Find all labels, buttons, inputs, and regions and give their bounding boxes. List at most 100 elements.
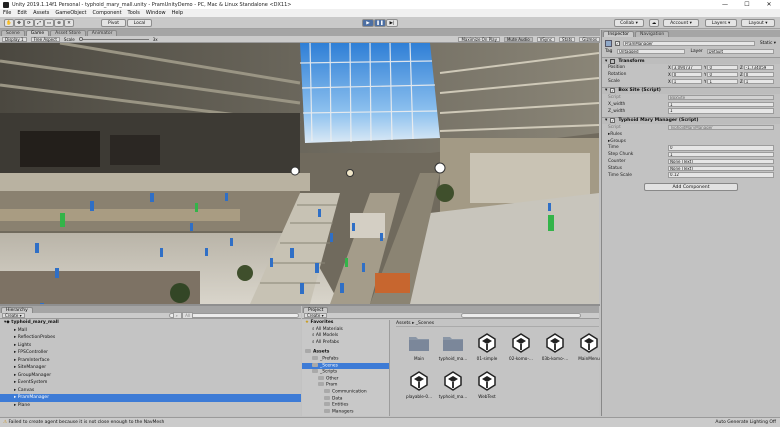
menu-gameobject[interactable]: GameObject — [55, 10, 86, 16]
asset-folder[interactable]: Main — [404, 332, 434, 361]
favorites-header[interactable]: ★ Favorites — [302, 320, 389, 327]
hierarchy-item[interactable]: ▸ Lights — [0, 342, 301, 350]
folder-item[interactable]: Entities — [302, 402, 389, 409]
hierarchy-item[interactable]: ▸ FPSController — [0, 349, 301, 357]
move-tool-button[interactable]: ✥ — [14, 19, 24, 27]
transform-tool-button[interactable]: ⊕ — [54, 19, 64, 27]
folder-item[interactable]: Data — [302, 395, 389, 403]
rotation-x-field[interactable]: 0 — [671, 71, 702, 78]
maximize-button[interactable]: ☐ — [736, 0, 758, 9]
play-button[interactable]: ▶ — [362, 19, 374, 27]
field-value[interactable]: 1 — [668, 151, 774, 158]
hand-tool-button[interactable]: ✋ — [4, 19, 14, 27]
hierarchy-item[interactable]: ▸ ReflectionProbes — [0, 334, 301, 342]
field-value[interactable]: None (Text) — [668, 165, 774, 171]
rotation-z-field[interactable]: 0 — [743, 71, 774, 78]
field-label[interactable]: Rules — [610, 132, 670, 137]
scale-tool-button[interactable]: ⤢ — [34, 19, 44, 27]
asset-scene-file[interactable]: playable-0... — [404, 370, 434, 399]
tag-dropdown[interactable]: Untagged — [617, 48, 685, 55]
maximize-on-play-toggle[interactable]: Maximize On Play — [458, 36, 500, 42]
menu-component[interactable]: Component — [93, 10, 122, 16]
menu-edit[interactable]: Edit — [17, 10, 27, 16]
tab-inspector[interactable]: Inspector — [603, 31, 634, 37]
hierarchy-item[interactable]: ▸ GroupManager — [0, 372, 301, 380]
menu-tools[interactable]: Tools — [128, 10, 140, 16]
menu-assets[interactable]: Assets — [33, 10, 49, 16]
menu-file[interactable]: File — [3, 10, 11, 16]
position-z-field[interactable]: -1.734059 — [743, 64, 774, 71]
hierarchy-root[interactable]: ▾◆ typhoid_mary_mall — [0, 319, 301, 327]
display-dropdown[interactable]: Display 1 — [2, 36, 27, 42]
position-x-field[interactable]: 3.094737 — [671, 64, 702, 71]
position-y-field[interactable]: 0 — [707, 64, 738, 71]
collab-dropdown[interactable]: Collab ▾ — [614, 19, 644, 27]
hierarchy-item[interactable]: ▸ SiteManager — [0, 364, 301, 372]
scale-z-field[interactable]: 1 — [743, 78, 774, 85]
scale-slider-thumb[interactable] — [78, 36, 83, 41]
box-site-header[interactable]: ▾ ✓ Box Site (Script) — [602, 86, 780, 95]
assets-header[interactable]: Assets — [302, 349, 389, 356]
gizmos-toggle[interactable]: Gizmos — [579, 36, 600, 42]
pause-button[interactable]: ❚❚ — [374, 19, 386, 27]
folder-item[interactable]: _Scenes — [302, 362, 389, 370]
static-dropdown[interactable]: Static ▾ — [760, 41, 776, 46]
scale-y-field[interactable]: 1 — [707, 78, 738, 85]
asset-scene-file[interactable]: MainMenu — [574, 332, 604, 361]
typhoid-header[interactable]: ▾ ✓ Typhoid Mary Manager (Script) — [602, 116, 780, 125]
menu-window[interactable]: Window — [146, 10, 166, 16]
asset-scene-file[interactable]: 03b-komo-... — [540, 332, 570, 361]
layer-dropdown[interactable]: Default — [706, 48, 774, 55]
account-dropdown[interactable]: Account ▾ — [663, 19, 699, 27]
local-toggle[interactable]: Local — [127, 19, 152, 27]
folder-item[interactable]: Communication — [302, 388, 389, 396]
asset-scene-file[interactable]: WebTest — [472, 370, 502, 399]
tab-navigation[interactable]: Navigation — [635, 31, 670, 37]
cloud-button[interactable]: ☁ — [649, 19, 659, 27]
hierarchy-item[interactable]: ▸ Mall — [0, 327, 301, 335]
close-window-button[interactable]: ✕ — [758, 0, 780, 9]
pivot-toggle[interactable]: Pivot — [101, 19, 126, 27]
hierarchy-item[interactable]: ▸ PramInterface — [0, 357, 301, 365]
folder-item[interactable]: _Prefabs — [302, 355, 389, 363]
aspect-dropdown[interactable]: Free Aspect — [30, 36, 60, 42]
asset-scene-file[interactable]: 01-simple — [472, 332, 502, 361]
component-enabled-checkbox[interactable]: ✓ — [610, 118, 616, 124]
rect-tool-button[interactable]: ▭ — [44, 19, 54, 27]
hierarchy-item[interactable]: ▸ Plane — [0, 402, 301, 410]
stats-toggle[interactable]: Stats — [559, 36, 576, 42]
favorite-item[interactable]: ⌕ All Prefabs — [302, 340, 389, 347]
asset-folder[interactable]: typhoid_ma... — [438, 332, 468, 361]
favorite-item[interactable]: ⌕ All Models — [302, 333, 389, 340]
component-enabled-checkbox[interactable]: ✓ — [610, 88, 616, 94]
menu-help[interactable]: Help — [172, 10, 183, 16]
x-width-field[interactable]: 1 — [668, 101, 774, 108]
status-message[interactable]: Failed to create agent because it is not… — [8, 420, 164, 425]
step-button[interactable]: ▶| — [386, 19, 398, 27]
rotate-tool-button[interactable]: ⟳ — [24, 19, 34, 27]
hierarchy-item[interactable]: ▸ EventSystem — [0, 379, 301, 387]
transform-header[interactable]: ▾ Transform — [602, 56, 780, 65]
hierarchy-item[interactable]: ▸ PramManager — [0, 394, 301, 402]
project-search-input[interactable] — [460, 313, 581, 318]
scale-x-field[interactable]: 1 — [671, 78, 702, 85]
folder-item[interactable]: Pram — [302, 382, 389, 389]
field-value[interactable]: None (Text) — [668, 158, 774, 165]
field-value[interactable]: 0.12 — [668, 172, 774, 178]
field-label[interactable]: Groups — [610, 139, 670, 144]
add-component-button[interactable]: Add Component — [644, 183, 738, 192]
hierarchy-item[interactable]: ▸ Canvas — [0, 387, 301, 395]
z-width-field[interactable]: 1 — [668, 108, 774, 114]
mute-audio-toggle[interactable]: Mute Audio — [503, 36, 533, 42]
folder-item[interactable]: Other — [302, 375, 389, 383]
layers-dropdown[interactable]: Layers ▾ — [705, 19, 737, 27]
folder-item[interactable]: Managers — [302, 408, 389, 416]
layout-dropdown[interactable]: Layout ▾ — [741, 19, 775, 27]
asset-scene-file[interactable]: typhoid_ma... — [438, 370, 468, 399]
vsync-toggle[interactable]: VSync — [536, 36, 556, 42]
field-value[interactable]: 0 — [668, 145, 774, 151]
scale-slider[interactable] — [78, 36, 149, 41]
object-name-field[interactable]: PramManager — [623, 40, 755, 47]
asset-scene-file[interactable]: 02-komo-... — [506, 332, 536, 361]
hierarchy-create-button[interactable]: Create ▾ — [2, 313, 25, 318]
